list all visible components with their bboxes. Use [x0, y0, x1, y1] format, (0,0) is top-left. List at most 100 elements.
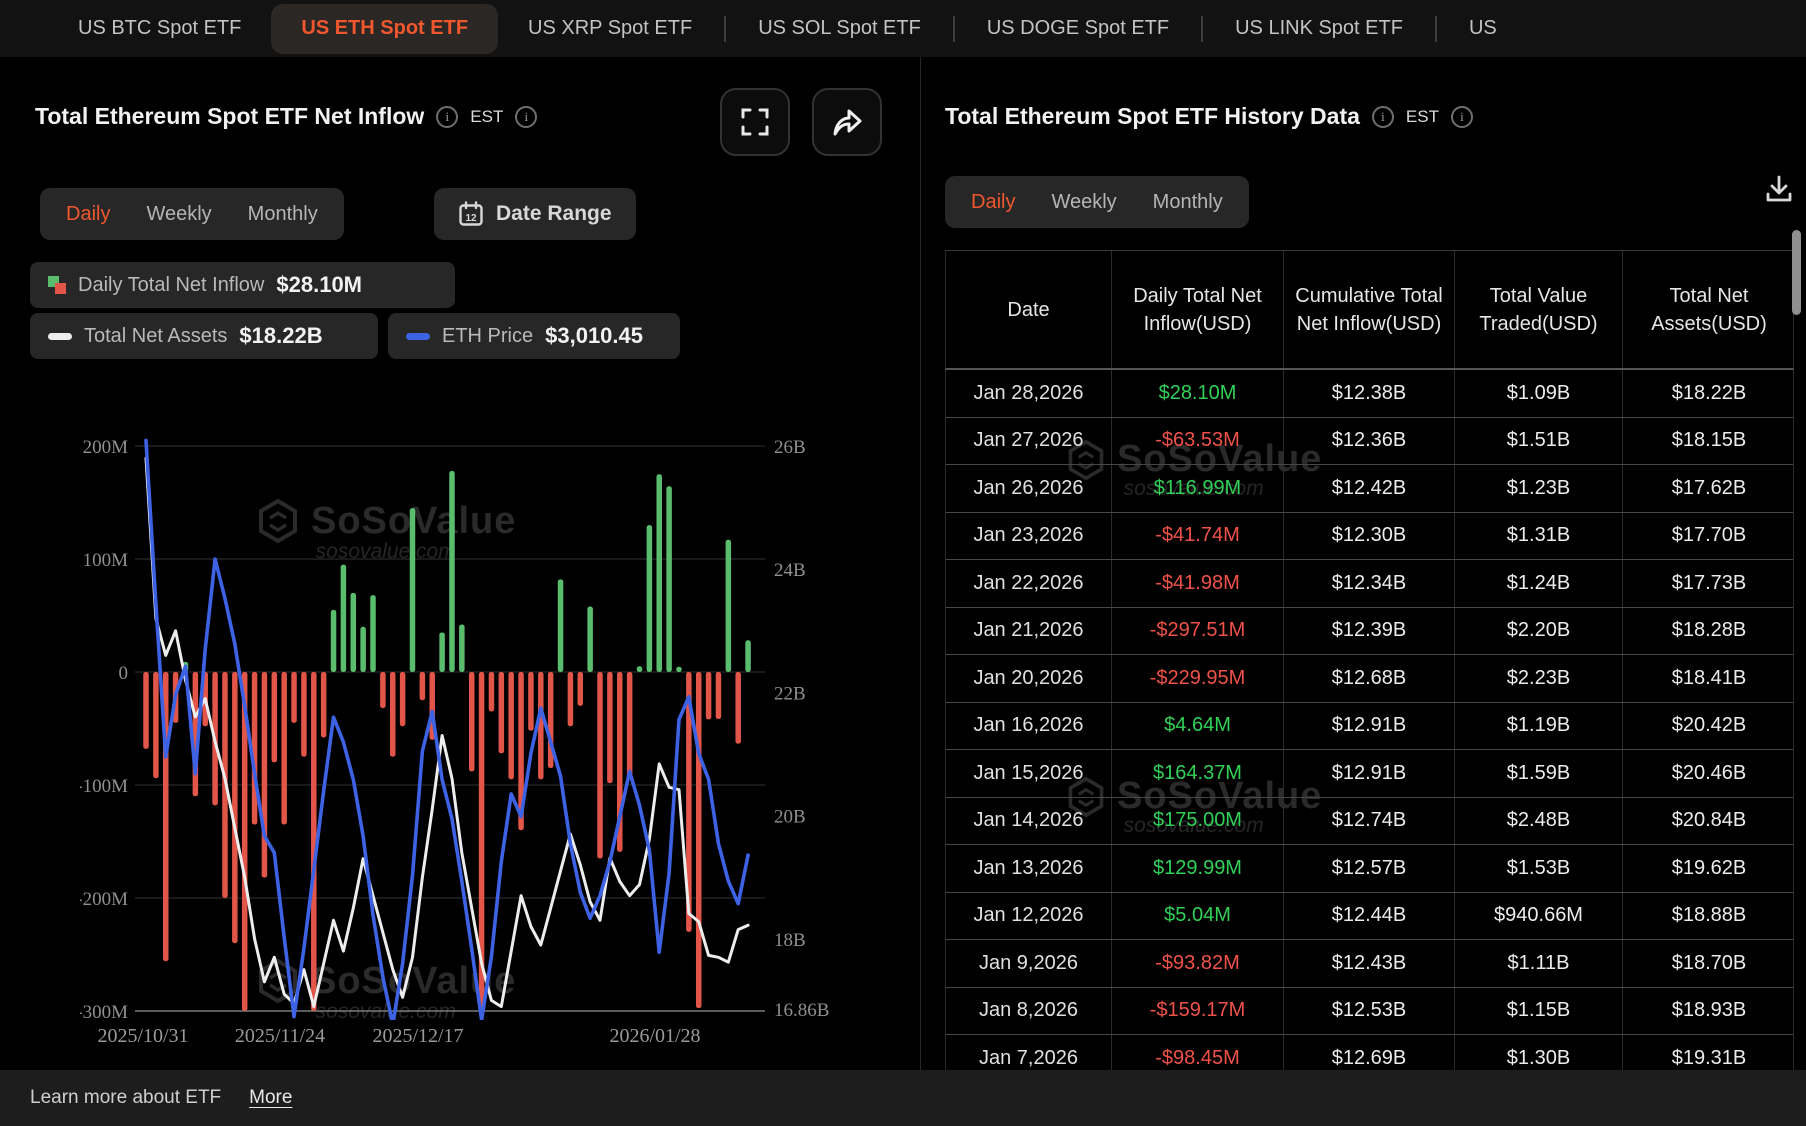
svg-text:12: 12 — [465, 213, 477, 224]
timezone-info-icon[interactable] — [515, 106, 537, 128]
cell-cumulative-inflow: $12.53B — [1284, 988, 1455, 1035]
fullscreen-button[interactable] — [720, 88, 790, 156]
net-inflow-bar — [143, 672, 149, 749]
col-header-net-assets[interactable]: Total Net Assets(USD) — [1623, 251, 1795, 368]
net-inflow-bar — [627, 672, 633, 778]
cell-daily-inflow: -$98.45M — [1112, 1035, 1284, 1070]
table-row: Jan 7,2026-$98.45M$12.69B$1.30B$19.31B — [946, 1035, 1793, 1070]
tab-us-btc-spot-etf[interactable]: US BTC Spot ETF — [48, 4, 271, 54]
share-button[interactable] — [812, 88, 882, 156]
net-inflow-bar — [459, 625, 465, 672]
footer-more-link[interactable]: More — [249, 1087, 292, 1109]
x-axis-label: 2025/10/31 — [97, 1025, 188, 1047]
cell-value-traded: $1.30B — [1455, 1035, 1623, 1070]
info-icon[interactable] — [1372, 106, 1394, 128]
net-inflow-bar — [390, 672, 396, 757]
col-header-date[interactable]: Date — [946, 251, 1112, 368]
cell-value-traded: $1.11B — [1455, 940, 1623, 987]
cell-date: Jan 13,2026 — [946, 845, 1112, 892]
cell-net-assets: $19.31B — [1623, 1035, 1794, 1070]
left-axis-label: 200M — [83, 437, 129, 458]
cell-cumulative-inflow: $12.39B — [1284, 608, 1455, 655]
net-inflow-bar — [508, 672, 514, 779]
legend-value: $28.10M — [276, 272, 362, 298]
cell-net-assets: $20.46B — [1623, 750, 1794, 797]
table-scrollbar-thumb[interactable] — [1792, 230, 1801, 315]
cell-date: Jan 23,2026 — [946, 513, 1112, 560]
tab-us-xrp-spot-etf[interactable]: US XRP Spot ETF — [498, 4, 722, 54]
x-axis-label: 2025/12/17 — [372, 1025, 463, 1047]
right-axis-label: 26B — [774, 437, 806, 458]
net-inflow-bar — [666, 486, 672, 672]
left-axis-label: 0 — [119, 663, 129, 684]
history-title: Total Ethereum Spot ETF History Data — [945, 103, 1360, 130]
cell-net-assets: $18.41B — [1623, 655, 1794, 702]
cell-daily-inflow: $28.10M — [1112, 370, 1284, 417]
cell-daily-inflow: $5.04M — [1112, 893, 1284, 940]
cell-date: Jan 16,2026 — [946, 703, 1112, 750]
net-inflow-header: Total Ethereum Spot ETF Net Inflow EST — [35, 103, 537, 130]
cell-value-traded: $1.51B — [1455, 418, 1623, 465]
cell-cumulative-inflow: $12.69B — [1284, 1035, 1455, 1070]
cell-value-traded: $1.19B — [1455, 703, 1623, 750]
period-daily[interactable]: Daily — [66, 203, 110, 226]
net-inflow-bar — [499, 672, 505, 753]
tab-us-doge-spot-etf[interactable]: US DOGE Spot ETF — [957, 4, 1199, 54]
period-monthly[interactable]: Monthly — [248, 203, 318, 226]
timezone-info-icon[interactable] — [1451, 106, 1473, 128]
page-title: Total Ethereum Spot ETF Net Inflow — [35, 103, 424, 130]
legend-net-inflow[interactable]: Daily Total Net Inflow $28.10M — [30, 262, 455, 308]
col-header-cumulative-inflow[interactable]: Cumulative Total Net Inflow(USD) — [1284, 251, 1455, 368]
net-inflow-bar — [449, 471, 455, 672]
net-inflow-bar — [380, 672, 386, 708]
cell-date: Jan 14,2026 — [946, 798, 1112, 845]
table-header-row: Date Daily Total Net Inflow(USD) Cumulat… — [945, 250, 1794, 370]
tab-us-sol-spot-etf[interactable]: US SOL Spot ETF — [728, 4, 951, 54]
cell-value-traded: $1.23B — [1455, 465, 1623, 512]
net-inflow-bar — [647, 525, 653, 672]
cell-cumulative-inflow: $12.36B — [1284, 418, 1455, 465]
tab-us-eth-spot-etf[interactable]: US ETH Spot ETF — [271, 4, 498, 54]
cell-daily-inflow: -$159.17M — [1112, 988, 1284, 1035]
legend-label: Daily Total Net Inflow — [78, 274, 264, 297]
cell-date: Jan 27,2026 — [946, 418, 1112, 465]
info-icon[interactable] — [436, 106, 458, 128]
table-row: Jan 26,2026$116.99M$12.42B$1.23B$17.62B — [946, 465, 1793, 513]
period-monthly[interactable]: Monthly — [1153, 191, 1223, 214]
net-inflow-bar — [726, 540, 732, 672]
cell-date: Jan 15,2026 — [946, 750, 1112, 797]
tab-us[interactable]: US — [1439, 4, 1527, 54]
cell-value-traded: $1.09B — [1455, 370, 1623, 417]
cell-cumulative-inflow: $12.42B — [1284, 465, 1455, 512]
period-weekly[interactable]: Weekly — [1051, 191, 1116, 214]
download-button[interactable] — [1758, 168, 1800, 210]
period-daily[interactable]: Daily — [971, 191, 1015, 214]
col-header-value-traded[interactable]: Total Value Traded(USD) — [1455, 251, 1623, 368]
net-inflow-bar — [558, 579, 564, 672]
cell-cumulative-inflow: $12.91B — [1284, 750, 1455, 797]
tab-us-link-spot-etf[interactable]: US LINK Spot ETF — [1205, 4, 1433, 54]
cell-value-traded: $940.66M — [1455, 893, 1623, 940]
tab-separator — [1201, 16, 1203, 42]
table-row: Jan 15,2026$164.37M$12.91B$1.59B$20.46B — [946, 750, 1793, 798]
legend-net-assets[interactable]: Total Net Assets $18.22B — [30, 313, 378, 359]
cell-daily-inflow: $129.99M — [1112, 845, 1284, 892]
cell-value-traded: $2.23B — [1455, 655, 1623, 702]
legend-eth-price[interactable]: ETH Price $3,010.45 — [388, 313, 680, 359]
net-inflow-bar — [745, 640, 751, 672]
cell-daily-inflow: $4.64M — [1112, 703, 1284, 750]
cell-net-assets: $17.70B — [1623, 513, 1794, 560]
legend-label: Total Net Assets — [84, 325, 227, 348]
table-body[interactable]: Jan 28,2026$28.10M$12.38B$1.09B$18.22BJa… — [945, 370, 1794, 1070]
tab-separator — [1435, 16, 1437, 42]
cell-date: Jan 21,2026 — [946, 608, 1112, 655]
net-inflow-bar — [706, 672, 712, 719]
net-inflow-bar — [341, 565, 347, 672]
cell-daily-inflow: -$41.98M — [1112, 560, 1284, 607]
date-range-button[interactable]: 12 Date Range — [434, 188, 636, 240]
period-weekly[interactable]: Weekly — [146, 203, 211, 226]
net-inflow-bar — [321, 672, 327, 738]
tab-separator — [724, 16, 726, 42]
panel-divider — [920, 57, 921, 1070]
col-header-daily-inflow[interactable]: Daily Total Net Inflow(USD) — [1112, 251, 1284, 368]
